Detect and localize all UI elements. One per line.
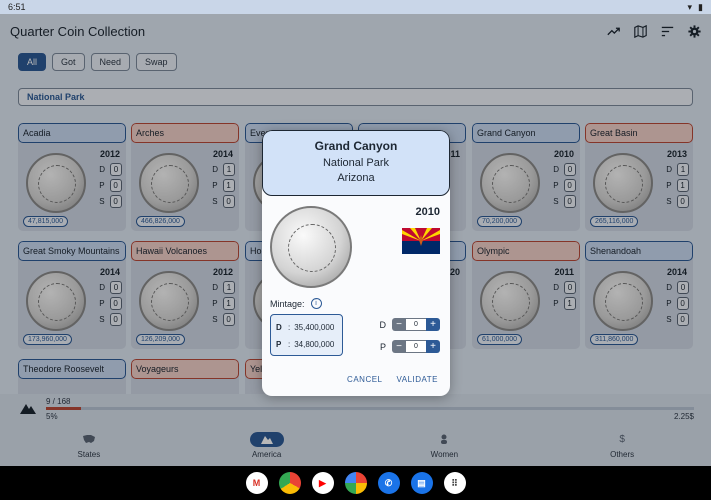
stepper-p-plus-button[interactable]: +: [426, 340, 440, 353]
mintage-p: 34,800,000: [294, 340, 335, 349]
stepper-p-row: P − 0 +: [380, 340, 440, 353]
info-icon[interactable]: i: [310, 298, 322, 309]
dialog-subtitle: National Park: [322, 157, 390, 169]
mint-key-p: P: [276, 340, 282, 349]
status-time: 6:51: [8, 2, 26, 12]
dialog-year: 2010: [415, 206, 440, 218]
stepper-d-row: D − 0 +: [379, 318, 440, 331]
dock: M ▶ ✆ ▤ ⠿: [0, 466, 711, 500]
arizona-flag-icon: [402, 228, 440, 254]
stepper-d-label: D: [379, 319, 387, 330]
dialog-title: Grand Canyon: [314, 139, 398, 153]
wifi-icon: ▾: [687, 1, 693, 12]
youtube-icon[interactable]: ▶: [311, 472, 334, 494]
status-bar: 6:51 ▾ ▮: [0, 0, 711, 14]
mintage-box: D:35,400,000 P:34,800,000: [270, 314, 343, 356]
mint-key-d: D: [276, 323, 282, 332]
mintage-label-text: Mintage:: [270, 298, 305, 309]
stepper-p-minus-button[interactable]: −: [392, 340, 406, 353]
stepper-p-value[interactable]: 0: [406, 340, 426, 353]
coin-image: [270, 206, 352, 288]
messages-icon[interactable]: ▤: [410, 472, 433, 494]
apps-icon[interactable]: ⠿: [443, 472, 466, 494]
mintage-label: Mintage: i: [270, 298, 322, 309]
battery-icon: ▮: [698, 1, 703, 12]
stepper-d-value[interactable]: 0: [406, 318, 426, 331]
validate-button[interactable]: VALIDATE: [397, 375, 439, 384]
dialog-state: Arizona: [337, 172, 375, 184]
mintage-d: 35,400,000: [294, 323, 335, 332]
stepper-d-plus-button[interactable]: +: [426, 318, 440, 331]
stepper-p-label: P: [379, 341, 386, 352]
chrome-icon[interactable]: [278, 472, 301, 494]
photos-icon[interactable]: [344, 472, 367, 494]
stepper-d-minus-button[interactable]: −: [392, 318, 406, 331]
dialog-header: Grand Canyon National Park Arizona: [262, 130, 450, 196]
phone-icon[interactable]: ✆: [377, 472, 400, 494]
gmail-icon[interactable]: M: [245, 472, 268, 494]
coin-dialog: Grand Canyon National Park Arizona 2010 …: [262, 130, 450, 396]
cancel-button[interactable]: CANCEL: [347, 375, 382, 384]
